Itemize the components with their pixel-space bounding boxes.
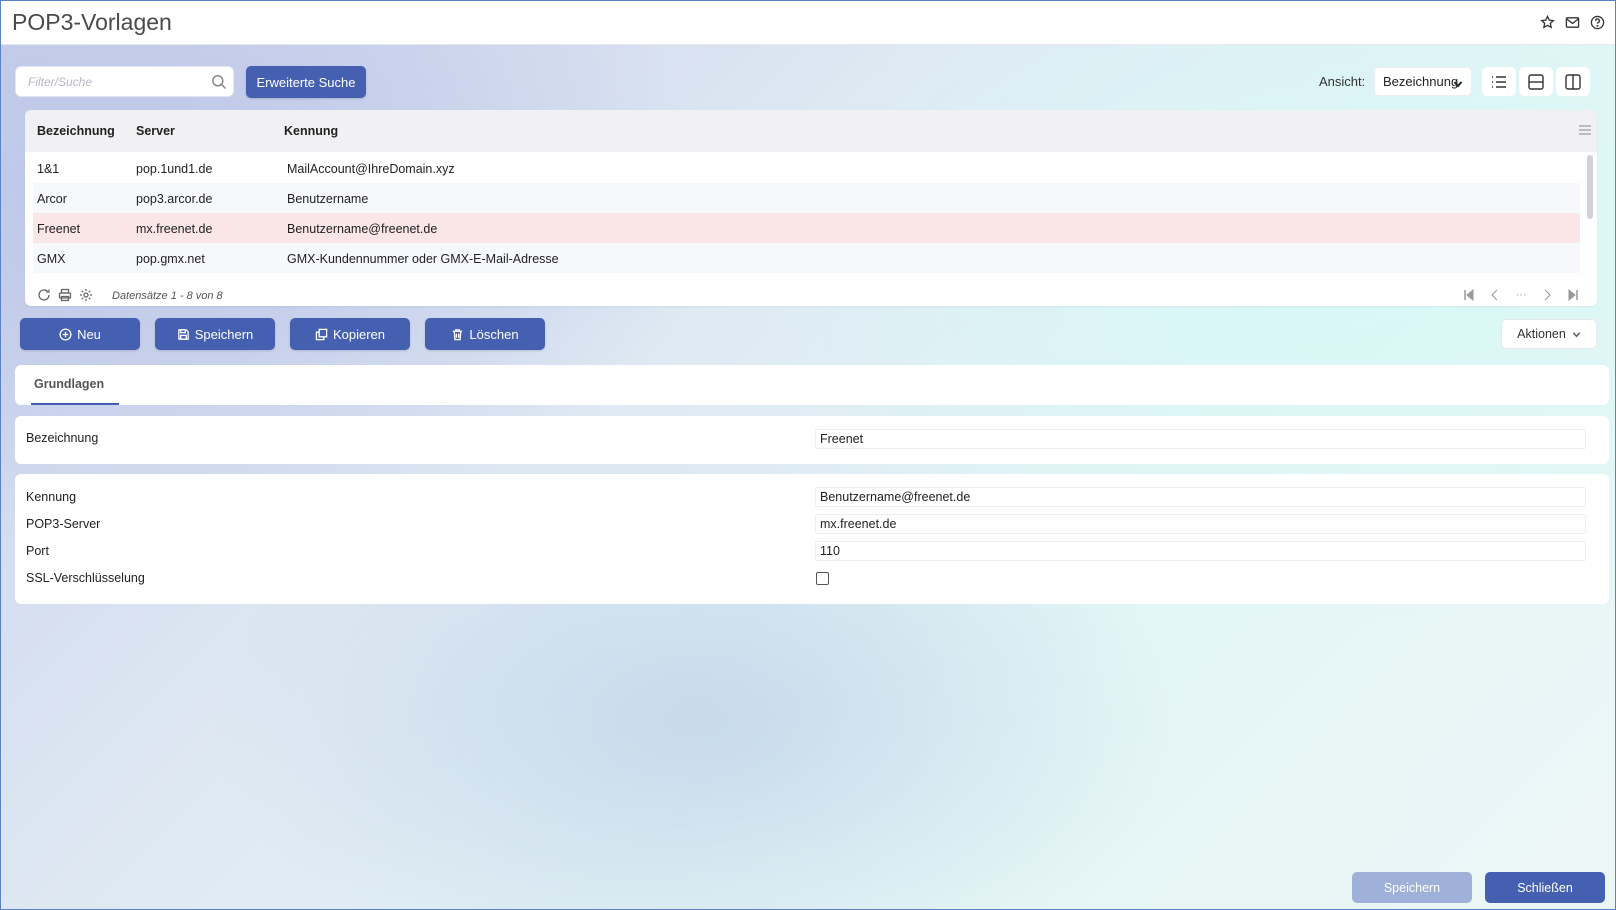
next-page-icon[interactable] [1541, 288, 1553, 302]
advanced-search-button[interactable]: Erweiterte Suche [246, 66, 366, 98]
cell-server: mx.freenet.de [136, 222, 213, 236]
grid-scrollbar[interactable] [1587, 155, 1593, 219]
column-menu-icon[interactable] [1579, 124, 1591, 135]
header-icons [1539, 14, 1605, 30]
plus-circle-icon [59, 327, 72, 341]
view-select-value: Bezeichnung [1383, 74, 1459, 89]
last-page-icon[interactable] [1567, 288, 1579, 302]
save-button[interactable]: Speichern [155, 318, 275, 350]
form-panel-general: Bezeichnung [15, 416, 1609, 464]
delete-button[interactable]: Löschen [425, 318, 545, 350]
cell-server: pop.1und1.de [136, 162, 213, 176]
cell-server: pop3.arcor.de [136, 192, 213, 206]
table-row[interactable]: GMX pop.gmx.net GMX-Kundennummer oder GM… [33, 243, 1580, 273]
star-icon[interactable] [1539, 14, 1555, 30]
cell-server: pop.gmx.net [136, 252, 205, 266]
floppy-icon [177, 328, 189, 340]
list-icon [1492, 75, 1506, 88]
bezeichnung-label: Bezeichnung [26, 431, 99, 445]
kennung-field[interactable] [815, 487, 1586, 507]
pop3-server-field[interactable] [815, 514, 1586, 534]
refresh-icon[interactable] [37, 288, 51, 302]
first-page-icon[interactable] [1463, 288, 1475, 302]
cell-kennung: GMX-Kundennummer oder GMX-E-Mail-Adresse [287, 252, 559, 266]
view-select[interactable]: Bezeichnung [1374, 67, 1472, 96]
form-panel-account: Kennung POP3-Server Port SSL-Verschlüsse… [15, 474, 1609, 604]
cell-kennung: Benutzername@freenet.de [287, 222, 438, 236]
column-header-bezeichnung[interactable]: Bezeichnung [37, 124, 115, 138]
view-label: Ansicht: [1319, 74, 1366, 89]
port-label: Port [26, 544, 49, 558]
cell-bezeichnung: Arcor [37, 192, 67, 206]
grid-header: Bezeichnung Server Kennung [25, 110, 1597, 152]
tab-grundlagen-label: Grundlagen [34, 377, 105, 391]
split-horizontal-icon [1528, 73, 1544, 90]
grid-footer-tools [37, 288, 93, 302]
print-icon[interactable] [58, 288, 72, 302]
title-bar: POP3-Vorlagen [1, 1, 1615, 45]
page-title: POP3-Vorlagen [12, 9, 172, 35]
cell-bezeichnung: GMX [37, 252, 66, 266]
new-button[interactable]: Neu [20, 318, 140, 350]
kennung-label: Kennung [26, 490, 77, 504]
footer-save-button[interactable]: Speichern [1352, 872, 1472, 903]
list-view-button[interactable] [1482, 67, 1516, 96]
search-field [15, 66, 234, 97]
column-header-server[interactable]: Server [136, 124, 175, 138]
cell-bezeichnung: Freenet [37, 222, 81, 236]
footer-close-button[interactable]: Schließen [1485, 872, 1605, 903]
table-row[interactable]: 1&1 pop.1und1.de MailAccount@IhreDomain.… [33, 153, 1580, 183]
pager-ellipsis: ··· [1515, 289, 1527, 301]
active-tab-indicator [31, 403, 119, 405]
search-icon[interactable] [211, 74, 227, 90]
chevron-down-icon [1572, 331, 1581, 337]
port-field[interactable] [815, 541, 1586, 561]
copy-icon [315, 328, 328, 340]
actions-dropdown[interactable]: Aktionen [1501, 319, 1597, 349]
data-grid: Bezeichnung Server Kennung 1&1 pop.1und1… [25, 110, 1597, 306]
bezeichnung-field[interactable] [815, 429, 1586, 449]
gear-icon[interactable] [79, 288, 93, 302]
copy-button[interactable]: Kopieren [290, 318, 410, 350]
record-count: Datensätze 1 - 8 von 8 [112, 290, 223, 302]
ssl-label: SSL-Verschlüsselung [26, 571, 145, 585]
cell-kennung: Benutzername [287, 192, 369, 206]
tab-grundlagen[interactable]: Grundlagen [23, 365, 119, 405]
table-row[interactable]: Arcor pop3.arcor.de Benutzername [33, 183, 1580, 213]
search-input[interactable] [28, 75, 198, 89]
cell-kennung: MailAccount@IhreDomain.xyz [287, 162, 455, 176]
vertical-split-button[interactable] [1556, 67, 1590, 96]
ssl-checkbox[interactable] [816, 572, 829, 585]
trash-icon [453, 328, 463, 340]
split-vertical-icon [1565, 73, 1581, 90]
new-button-label: Neu [77, 326, 101, 342]
help-icon[interactable] [1589, 14, 1605, 30]
mail-icon[interactable] [1564, 14, 1580, 30]
table-row-selected[interactable]: Freenet mx.freenet.de Benutzername@freen… [33, 213, 1580, 243]
grid-footer: Datensätze 1 - 8 von 8 ··· [25, 286, 1597, 306]
grid-rows: 1&1 pop.1und1.de MailAccount@IhreDomain.… [33, 153, 1580, 273]
save-button-label: Speichern [194, 326, 254, 342]
cell-bezeichnung: 1&1 [37, 162, 60, 176]
previous-page-icon[interactable] [1489, 288, 1501, 302]
column-header-kennung[interactable]: Kennung [284, 124, 338, 138]
pop3-server-label: POP3-Server [26, 517, 101, 531]
pager: ··· [1463, 288, 1579, 302]
delete-button-label: Löschen [469, 326, 519, 342]
chevron-down-icon [1453, 77, 1463, 88]
horizontal-split-button[interactable] [1519, 67, 1553, 96]
tab-bar: Grundlagen [15, 365, 1609, 405]
copy-button-label: Kopieren [332, 326, 386, 342]
actions-dropdown-label: Aktionen [1517, 327, 1566, 341]
